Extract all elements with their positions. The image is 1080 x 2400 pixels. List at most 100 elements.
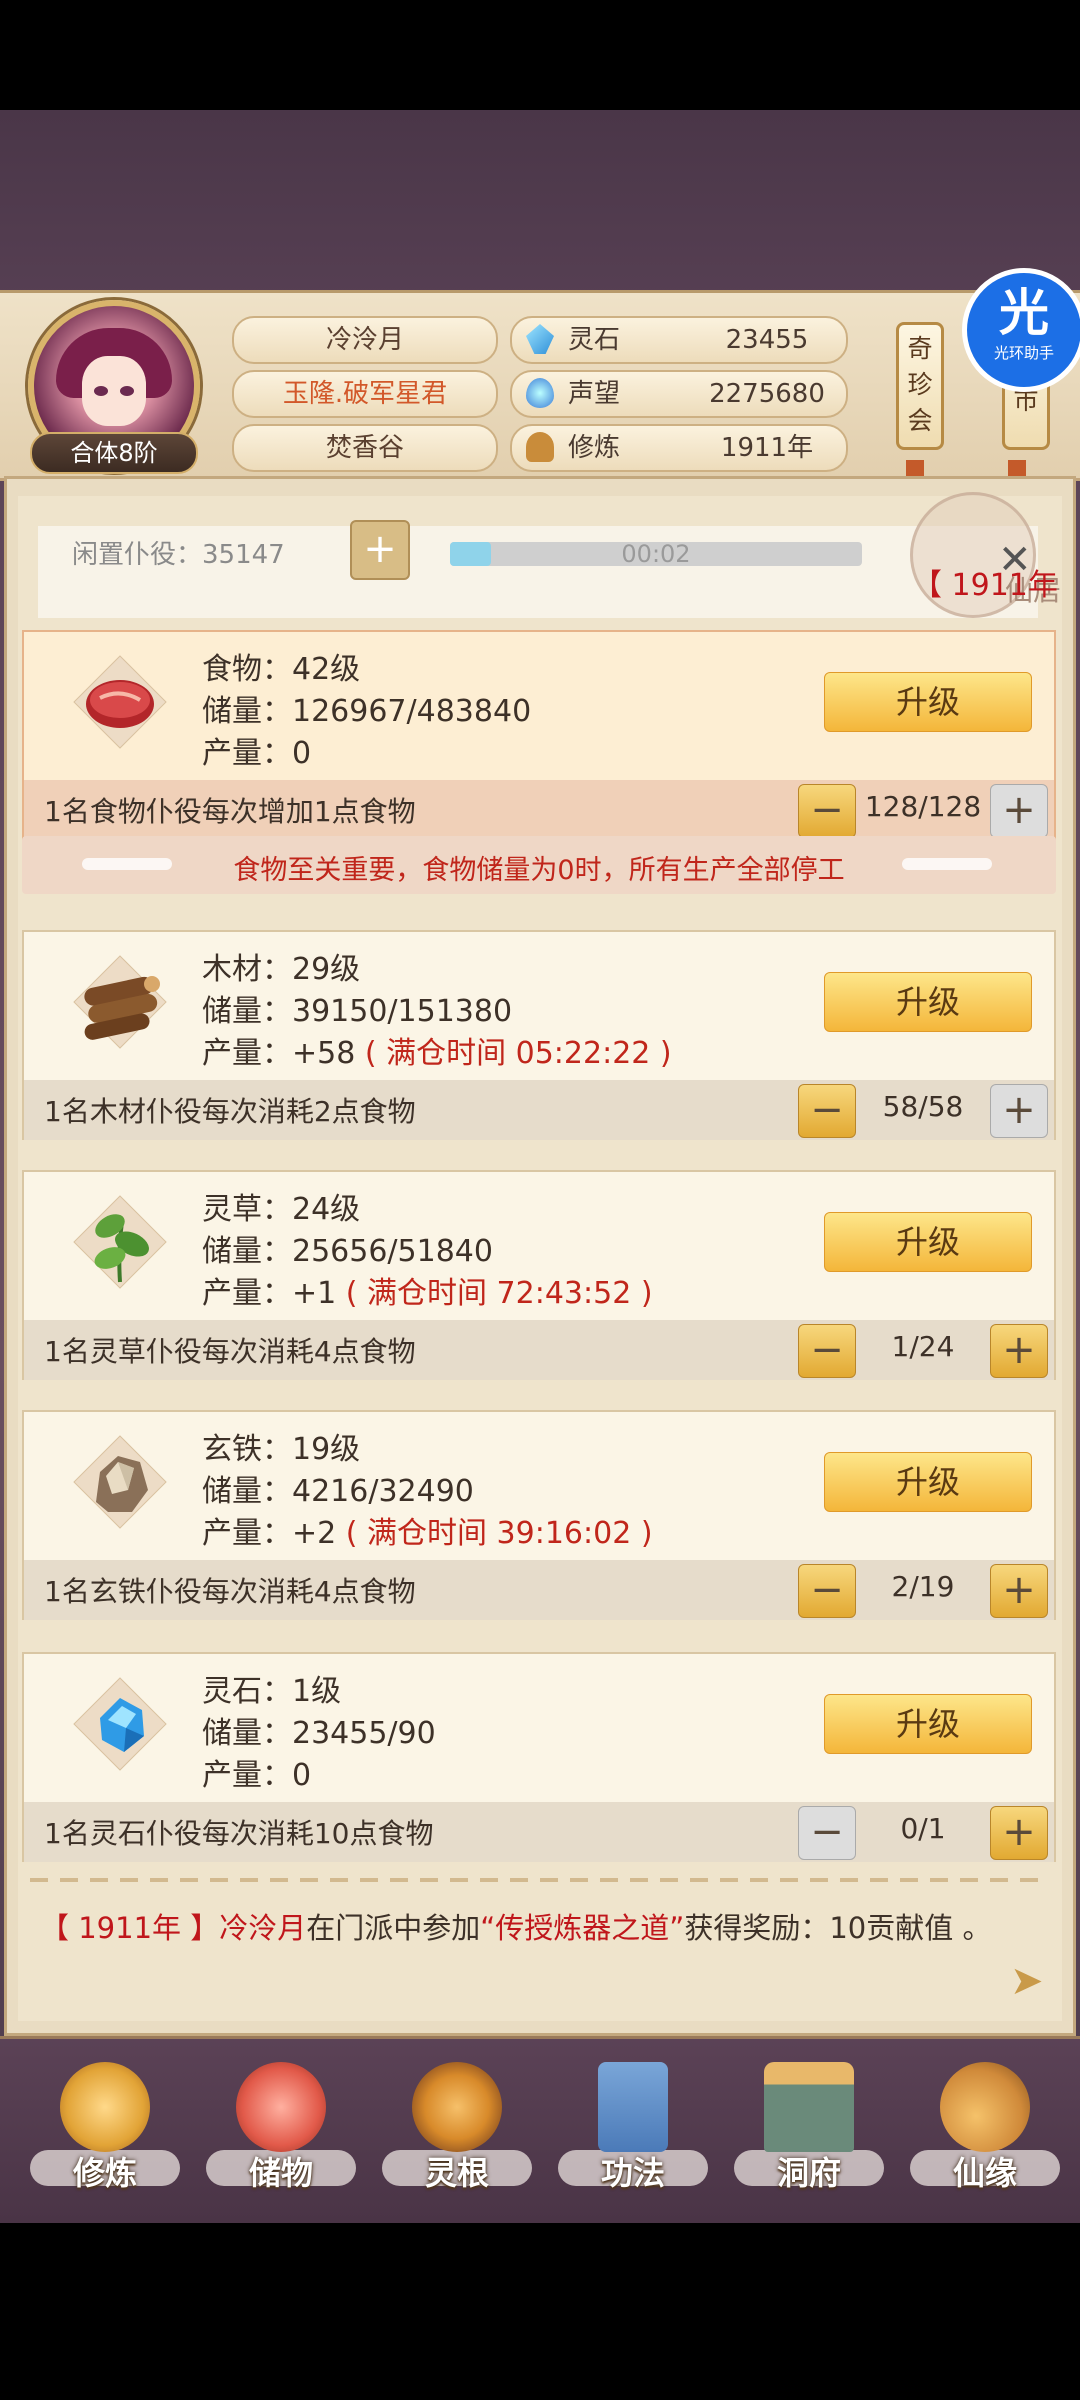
resource-output: 产量：+1 ( 满仓时间 72:43:52 ) bbox=[202, 1276, 653, 1311]
worker-count: 58/58 bbox=[882, 1090, 964, 1123]
nav-immortal-fate[interactable]: 仙缘 bbox=[920, 2062, 1050, 2212]
wood-logs-icon bbox=[73, 955, 167, 1049]
increase-workers-button[interactable]: + bbox=[990, 1084, 1048, 1138]
food-warning-text: 食物至关重要，食物储量为0时，所有生产全部停工 bbox=[233, 855, 845, 886]
meat-icon bbox=[73, 655, 167, 749]
stat-label: 修炼 bbox=[568, 433, 621, 463]
stat-spirit-stone: 灵石 23455 bbox=[510, 316, 848, 364]
worker-count: 0/1 bbox=[900, 1812, 946, 1845]
avatar-eye-right bbox=[120, 386, 134, 396]
avatar-eye-left bbox=[94, 386, 108, 396]
player-title: 玉隆.破军星君 bbox=[232, 370, 498, 418]
nav-label: 储物 bbox=[248, 2154, 313, 2192]
resource-card-spirit-stone: 灵石：1级 储量：23455/90 产量：0 升级 1名灵石仆役每次消耗10点食… bbox=[22, 1652, 1056, 1862]
worker-row: 1名木材仆役每次消耗2点食物 − 58/58 + bbox=[24, 1080, 1054, 1140]
resource-level: 灵草：24级 bbox=[202, 1192, 361, 1227]
resource-output: 产量：+2 ( 满仓时间 39:16:02 ) bbox=[202, 1516, 653, 1551]
decrease-workers-button[interactable]: − bbox=[798, 1084, 856, 1138]
nav-label: 修炼 bbox=[72, 2154, 137, 2192]
helper-badge-logo: 光 bbox=[999, 284, 1049, 342]
player-rank: 合体8阶 bbox=[30, 432, 198, 474]
resource-storage: 储量：4216/32490 bbox=[202, 1474, 474, 1509]
log-year: 【 1911年 】 bbox=[40, 1911, 220, 1945]
resource-level: 玄铁：19级 bbox=[202, 1432, 361, 1467]
log-divider bbox=[30, 1878, 1050, 1882]
resource-card-herb: 灵草：24级 储量：25656/51840 产量：+1 ( 满仓时间 72:43… bbox=[22, 1170, 1056, 1380]
nav-label: 功法 bbox=[600, 2154, 665, 2192]
prestige-icon bbox=[526, 378, 554, 408]
nav-spirit-root[interactable]: 灵根 bbox=[392, 2062, 522, 2212]
add-servant-button[interactable]: + bbox=[350, 520, 410, 580]
upgrade-button[interactable]: 升级 bbox=[824, 1452, 1032, 1512]
resource-storage: 储量：126967/483840 bbox=[202, 694, 532, 729]
upgrade-button[interactable]: 升级 bbox=[824, 1694, 1032, 1754]
log-event: “传授炼器之道” bbox=[480, 1911, 685, 1945]
recruit-timer: 00:02 bbox=[621, 540, 691, 568]
worker-row: 1名灵草仆役每次消耗4点食物 − 1/24 + bbox=[24, 1320, 1054, 1380]
resource-level: 灵石：1级 bbox=[202, 1674, 342, 1709]
stat-label: 灵石 bbox=[568, 325, 621, 355]
log-text: 在门派中参加 bbox=[306, 1911, 481, 1945]
worker-description: 1名食物仆役每次增加1点食物 bbox=[44, 795, 416, 828]
nav-storage[interactable]: 储物 bbox=[216, 2062, 346, 2212]
decrease-workers-button[interactable]: − bbox=[798, 784, 856, 838]
worker-description: 1名灵草仆役每次消耗4点食物 bbox=[44, 1335, 416, 1368]
cave-mansion-icon bbox=[764, 2062, 854, 2152]
increase-workers-button[interactable]: + bbox=[990, 1806, 1048, 1860]
idle-servants-label: 闲置仆役：35147 bbox=[72, 540, 285, 570]
upgrade-button[interactable]: 升级 bbox=[824, 672, 1032, 732]
worker-row: 1名食物仆役每次增加1点食物 − 128/128 + bbox=[24, 780, 1054, 840]
decrease-workers-button[interactable]: − bbox=[798, 1324, 856, 1378]
resource-level: 食物：42级 bbox=[202, 652, 361, 687]
nav-label: 洞府 bbox=[776, 2154, 841, 2192]
nav-label: 灵根 bbox=[424, 2154, 489, 2192]
herb-leaf-icon bbox=[73, 1195, 167, 1289]
stat-cultivation: 修炼 1911年 bbox=[510, 424, 848, 472]
resource-output: 产量：+58 ( 满仓时间 05:22:22 ) bbox=[202, 1036, 672, 1071]
event-log: 【 1911年 】冷泠月在门派中参加“传授炼器之道”获得奖励：10贡献值 。 bbox=[40, 1906, 1020, 1950]
stat-value: 23455 bbox=[725, 325, 809, 355]
log-player: 冷泠月 bbox=[219, 1911, 307, 1945]
nav-cultivate[interactable]: 修炼 bbox=[40, 2062, 170, 2212]
stat-value: 1911年 bbox=[720, 433, 814, 463]
upgrade-button[interactable]: 升级 bbox=[824, 972, 1032, 1032]
immortal-fate-icon bbox=[940, 2062, 1030, 2152]
technique-book-icon bbox=[598, 2062, 668, 2152]
worker-count: 1/24 bbox=[891, 1330, 955, 1363]
decrease-workers-button[interactable]: − bbox=[798, 1564, 856, 1618]
worker-description: 1名木材仆役每次消耗2点食物 bbox=[44, 1095, 416, 1128]
cultivate-icon bbox=[60, 2062, 150, 2152]
resource-storage: 储量：25656/51840 bbox=[202, 1234, 493, 1269]
resource-output: 产量：0 bbox=[202, 736, 312, 771]
helper-badge[interactable]: 光 光环助手 bbox=[962, 268, 1080, 392]
increase-workers-button[interactable]: + bbox=[990, 1324, 1048, 1378]
resource-card-food: 食物：42级 储量：126967/483840 产量：0 升级 1名食物仆役每次… bbox=[22, 630, 1056, 840]
worker-description: 1名灵石仆役每次消耗10点食物 bbox=[44, 1817, 434, 1850]
spirit-root-icon bbox=[412, 2062, 502, 2152]
stat-value: 2275680 bbox=[709, 379, 825, 409]
stat-prestige: 声望 2275680 bbox=[510, 370, 848, 418]
worker-row: 1名玄铁仆役每次消耗4点食物 − 2/19 + bbox=[24, 1560, 1054, 1620]
increase-workers-button[interactable]: + bbox=[990, 1564, 1048, 1618]
food-warning: 食物至关重要，食物储量为0时，所有生产全部停工 bbox=[22, 836, 1056, 894]
resource-card-wood: 木材：29级 储量：39150/151380 产量：+58 ( 满仓时间 05:… bbox=[22, 930, 1056, 1140]
resource-output: 产量：0 bbox=[202, 1758, 312, 1793]
avatar-face bbox=[82, 356, 146, 426]
decrease-workers-button[interactable]: − bbox=[798, 1806, 856, 1860]
player-sect: 焚香谷 bbox=[232, 424, 498, 472]
player-name: 冷泠月 bbox=[232, 316, 498, 364]
storage-bag-icon bbox=[236, 2062, 326, 2152]
status-bar-area bbox=[0, 0, 1080, 110]
worker-row: 1名灵石仆役每次消耗10点食物 − 0/1 + bbox=[24, 1802, 1054, 1862]
cultivation-icon bbox=[526, 432, 554, 462]
upgrade-button[interactable]: 升级 bbox=[824, 1212, 1032, 1272]
nav-label: 仙缘 bbox=[952, 2154, 1017, 2192]
next-arrow-icon[interactable]: ➤ bbox=[1010, 1958, 1044, 2004]
increase-workers-button[interactable]: + bbox=[990, 784, 1048, 838]
nav-technique[interactable]: 功法 bbox=[568, 2062, 698, 2212]
nav-cave-mansion[interactable]: 洞府 bbox=[744, 2062, 874, 2212]
bottom-letterbox bbox=[0, 2200, 1080, 2400]
helper-badge-label: 光环助手 bbox=[993, 344, 1054, 362]
resource-storage: 储量：23455/90 bbox=[202, 1716, 436, 1751]
treasure-fair-scroll[interactable]: 奇珍会 bbox=[896, 322, 944, 450]
